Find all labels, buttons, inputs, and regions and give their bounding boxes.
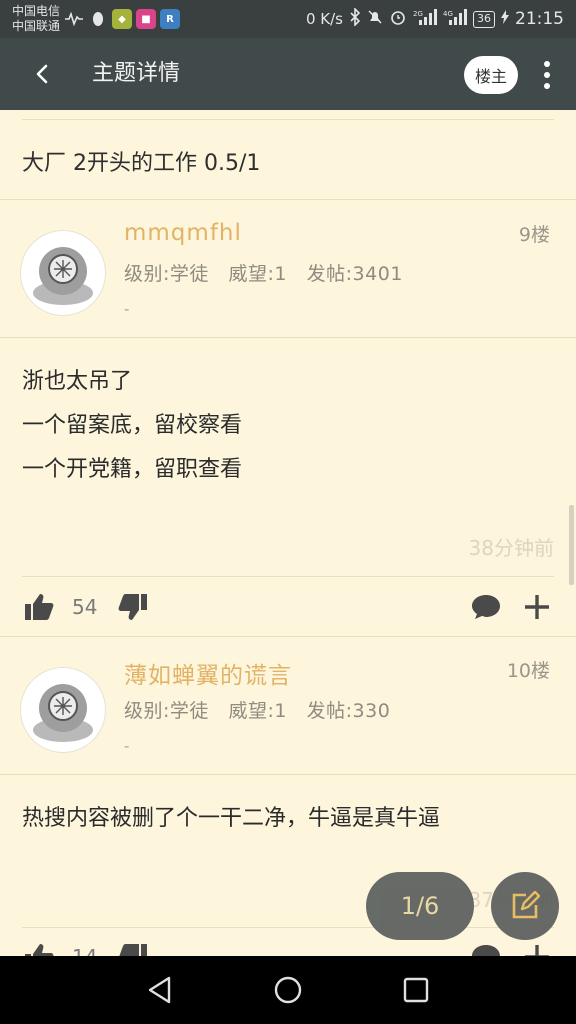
user-meta: 级别:学徒 威望:1 发帖:3401 — [124, 259, 403, 286]
user-level: 级别:学徒 — [124, 263, 209, 285]
dislike-button[interactable] — [116, 590, 150, 624]
nav-home-button[interactable] — [268, 970, 308, 1010]
system-nav-bar — [0, 956, 576, 1024]
username[interactable]: 薄如蝉翼的谎言 — [124, 656, 292, 690]
diving-helmet-icon — [33, 684, 93, 742]
user-post-count: 发帖:330 — [306, 700, 391, 722]
back-button[interactable] — [22, 56, 62, 92]
scrollbar[interactable] — [569, 505, 574, 585]
alarm-icon — [389, 8, 407, 30]
edit-icon — [512, 891, 540, 919]
divider — [22, 119, 554, 120]
page-title: 主题详情 — [92, 61, 181, 86]
app-badge-icon: ◆ — [112, 9, 132, 29]
bluetooth-icon — [349, 7, 361, 30]
divider — [0, 337, 576, 338]
carrier-1: 中国电信 — [12, 4, 61, 18]
compose-button[interactable] — [491, 872, 559, 940]
post-line: 浙也太吊了 — [22, 369, 133, 394]
signal-label-2: 4G — [443, 10, 453, 18]
user-prestige: 威望:1 — [228, 700, 288, 722]
user-signature: - — [124, 300, 130, 318]
network-speed: 0 K/s — [305, 10, 343, 28]
page-indicator-button[interactable]: 1/6 — [366, 872, 474, 940]
user-meta: 级别:学徒 威望:1 发帖:330 — [124, 696, 390, 723]
like-button[interactable] — [22, 590, 56, 624]
diving-helmet-icon — [33, 247, 93, 305]
user-post-count: 发帖:3401 — [306, 263, 403, 285]
status-bar: 中国电信 中国联通 ◆ ■ R 0 K/s 2G 4G 36 21:15 — [0, 0, 576, 38]
penguin-icon — [88, 9, 108, 29]
battery-indicator: 36 — [473, 10, 495, 28]
nav-recents-icon — [403, 977, 429, 1003]
username[interactable]: mmqmfhl — [124, 220, 242, 246]
divider — [22, 576, 554, 577]
more-menu-button[interactable] — [536, 56, 558, 94]
floor-number: 9楼 — [518, 224, 550, 246]
post-line: 一个开党籍，留职查看 — [22, 457, 243, 482]
comment-icon — [472, 595, 500, 619]
post-time: 38分钟前 — [468, 536, 554, 560]
back-arrow-icon — [36, 64, 48, 84]
carrier-2: 中国联通 — [12, 19, 61, 33]
plus-icon — [525, 595, 549, 619]
divider — [22, 927, 554, 928]
heartbeat-icon — [64, 9, 84, 29]
thumbs-up-icon — [25, 594, 54, 620]
owner-only-button[interactable]: 楼主 — [464, 56, 518, 94]
nav-back-button[interactable] — [140, 970, 180, 1010]
post-line: 热搜内容被删了个一干二净，牛逼是真牛逼 — [22, 806, 441, 831]
app-store-icon: ■ — [136, 9, 156, 29]
app-bar: 主题详情 楼主 — [0, 38, 576, 110]
nav-back-icon — [148, 976, 171, 1004]
clock: 21:15 — [515, 9, 564, 29]
divider — [0, 774, 576, 775]
user-level: 级别:学徒 — [124, 700, 209, 722]
charging-icon — [501, 10, 509, 28]
post-content: 浙也太吊了 一个留案底，留校察看 一个开党籍，留职查看 — [22, 360, 242, 492]
app-news-icon: R — [160, 9, 180, 29]
more-dots-icon — [544, 61, 550, 67]
nav-recents-button[interactable] — [396, 970, 436, 1010]
post-content: 热搜内容被删了个一干二净，牛逼是真牛逼 — [22, 797, 440, 841]
divider — [0, 636, 576, 637]
post-line: 一个留案底，留校察看 — [22, 413, 243, 438]
like-count: 54 — [72, 595, 98, 619]
carrier-info: 中国电信 中国联通 — [12, 4, 60, 34]
user-signature: - — [124, 737, 130, 755]
signal-icon-1: 2G — [413, 9, 437, 29]
floor-number: 10楼 — [506, 660, 550, 682]
avatar[interactable] — [20, 667, 106, 753]
comment-button[interactable] — [468, 590, 504, 624]
thumbs-down-icon — [118, 594, 147, 620]
thread-title: 大厂 2开头的工作 0.5/1 — [22, 151, 261, 176]
signal-label-1: 2G — [413, 10, 423, 18]
user-prestige: 威望:1 — [228, 263, 288, 285]
nav-home-icon — [274, 976, 302, 1004]
reply-add-button[interactable] — [520, 590, 554, 624]
mute-icon — [367, 9, 383, 29]
avatar[interactable] — [20, 230, 106, 316]
signal-icon-2: 4G — [443, 9, 467, 29]
divider — [0, 199, 576, 200]
